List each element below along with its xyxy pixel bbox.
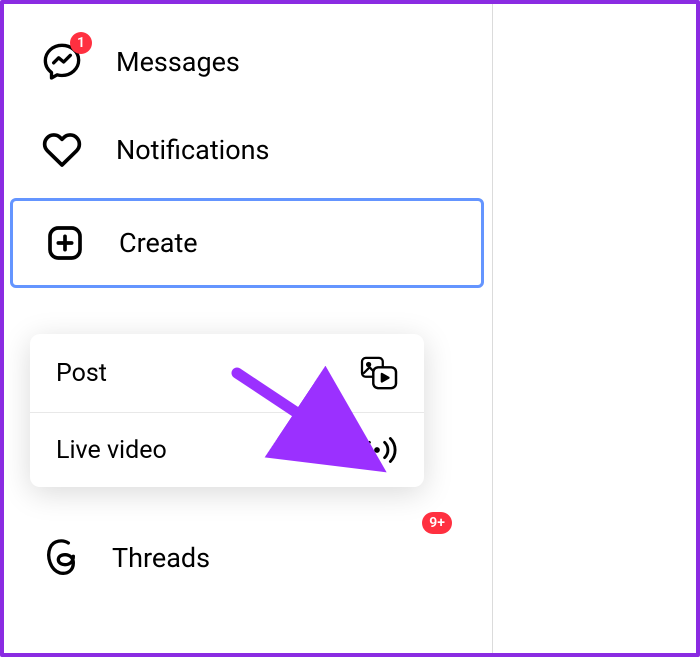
heart-icon	[40, 128, 84, 172]
broadcast-icon	[356, 435, 398, 465]
sidebar-item-create[interactable]: Create	[10, 198, 484, 288]
sidebar-item-label: Messages	[116, 46, 240, 78]
sidebar-item-label: Create	[119, 227, 198, 259]
plus-square-icon	[43, 221, 87, 265]
app-frame: 1 Messages Notifications Create	[0, 0, 700, 657]
messages-badge: 1	[70, 32, 92, 54]
sidebar-item-messages[interactable]: 1 Messages	[4, 22, 492, 102]
messenger-icon: 1	[40, 40, 84, 84]
threads-badge: 9+	[422, 512, 452, 534]
sidebar: 1 Messages Notifications Create	[4, 4, 492, 294]
create-option-label: Post	[56, 359, 107, 388]
threads-icon: 9+	[40, 538, 80, 578]
post-media-icon	[360, 356, 398, 390]
create-option-label: Live video	[56, 436, 167, 465]
sidebar-item-label: Notifications	[116, 134, 269, 166]
sidebar-item-label: Threads	[112, 542, 210, 574]
create-popover: Post Live video	[30, 334, 424, 487]
sidebar-item-notifications[interactable]: Notifications	[4, 110, 492, 190]
sidebar-item-threads[interactable]: 9+ Threads	[4, 520, 444, 596]
create-option-live-video[interactable]: Live video	[30, 413, 424, 487]
vertical-divider	[492, 4, 493, 653]
create-option-post[interactable]: Post	[30, 334, 424, 412]
